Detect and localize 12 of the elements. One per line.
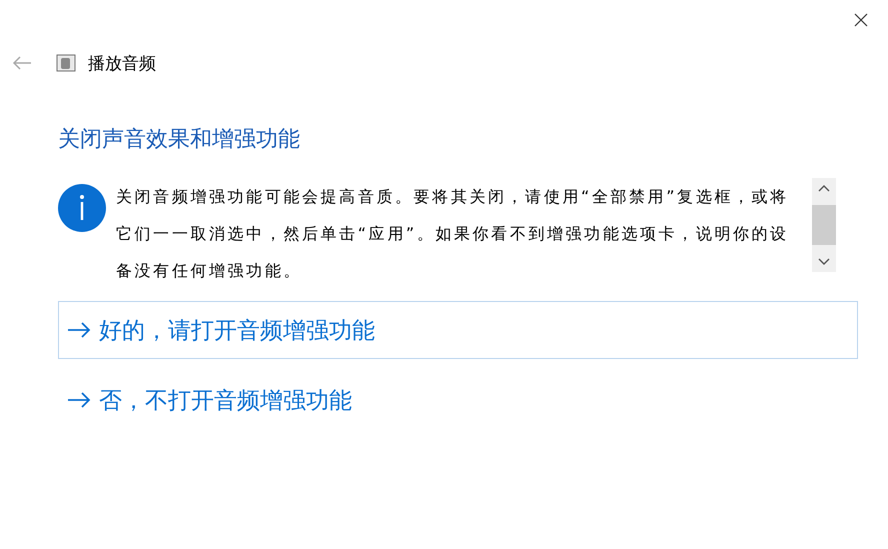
scroll-up-icon[interactable]: [818, 184, 830, 192]
close-icon[interactable]: [854, 13, 868, 27]
option-link[interactable]: 好的，请打开音频增强功能: [58, 301, 858, 359]
arrow-icon: [67, 392, 91, 408]
arrow-icon: [67, 322, 91, 338]
info-icon: [58, 184, 106, 232]
page-heading: 关闭声音效果和增强功能: [58, 126, 301, 154]
scroll-down-icon[interactable]: [818, 258, 830, 266]
window-title: 播放音频: [88, 52, 156, 74]
info-text: 关闭音频增强功能可能会提高音质。要将其关闭，请使用“全部禁用”复选框，或将它们一一取消选中，然后单击“应用”。如果你看不到增强功能选项卡，说明你的设备没有任何增强功能。: [116, 186, 790, 282]
speaker-icon: [56, 54, 76, 72]
scrollbar[interactable]: [812, 178, 836, 272]
